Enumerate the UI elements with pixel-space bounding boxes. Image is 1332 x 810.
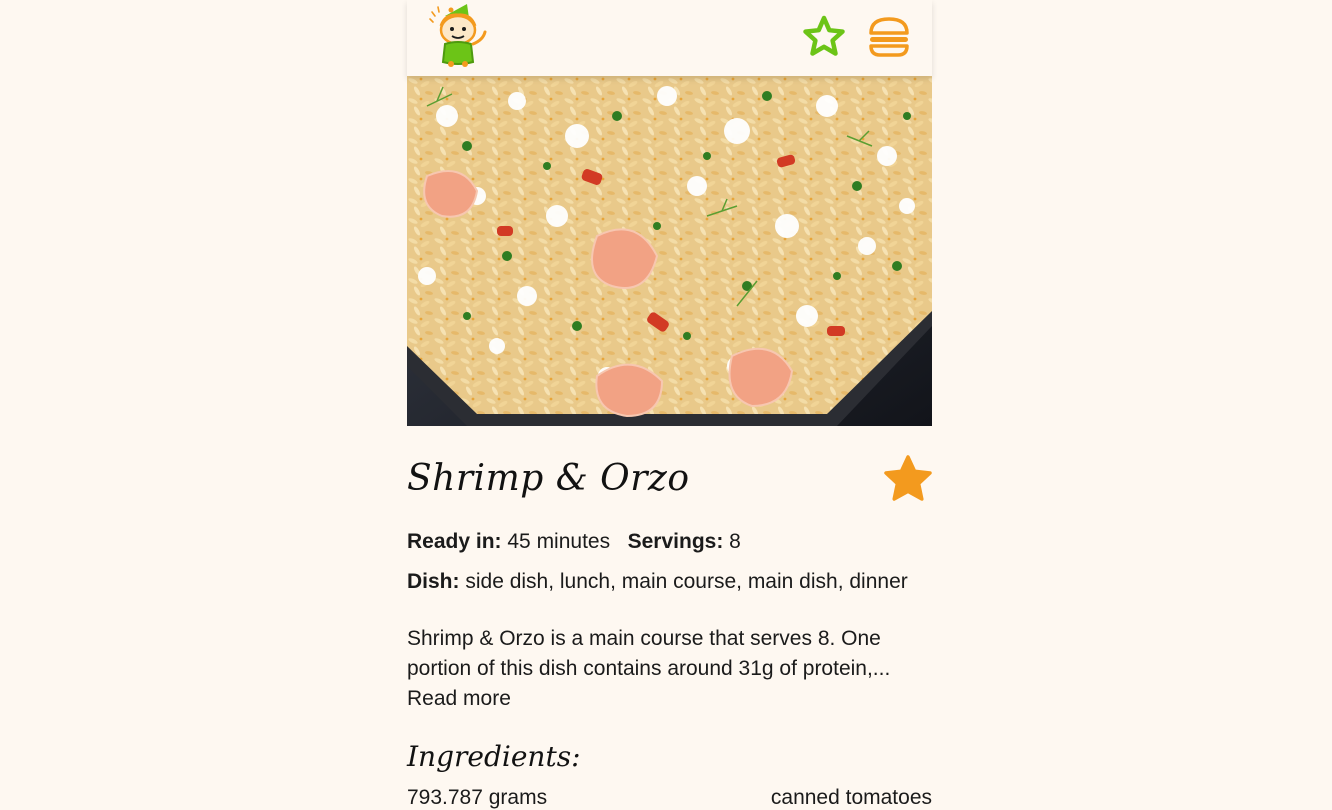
chef-mascot-icon[interactable] [427, 2, 491, 68]
ready-label: Ready in: [407, 530, 502, 553]
burger-menu-icon[interactable] [867, 16, 911, 58]
star-filled-icon[interactable] [882, 454, 934, 504]
top-header [407, 0, 932, 76]
recipe-hero-image [407, 76, 932, 426]
ingredient-item: canned tomatoes [770, 786, 932, 809]
dish-value: side dish, lunch, main course, main dish… [465, 570, 908, 593]
recipe-stats: Ready in: 45 minutes Servings: 8 [407, 529, 947, 555]
recipe-title: Shrimp & Orzo [407, 458, 690, 499]
servings-label: Servings: [627, 530, 724, 553]
servings-value: 8 [729, 530, 741, 553]
recipe-summary: Shrimp & Orzo is a main course that serv… [407, 624, 932, 714]
ingredient-item: 793.787 grams [407, 786, 548, 809]
summary-text: Shrimp & Orzo is a main course that serv… [407, 627, 891, 680]
shrimp-orzo-photo [407, 76, 932, 426]
dish-label: Dish: [407, 570, 460, 593]
dish-types: Dish: side dish, lunch, main course, mai… [407, 569, 947, 595]
recipe-page: Shrimp & Orzo Ready in: 45 minutes Servi… [407, 0, 932, 809]
recipe-title-row: Shrimp & Orzo [407, 452, 932, 512]
ready-value: 45 minutes [507, 530, 611, 553]
star-outline-icon[interactable] [801, 14, 847, 60]
read-more-link[interactable]: Read more [407, 684, 511, 714]
ingredients-heading: Ingredients: [407, 740, 581, 773]
